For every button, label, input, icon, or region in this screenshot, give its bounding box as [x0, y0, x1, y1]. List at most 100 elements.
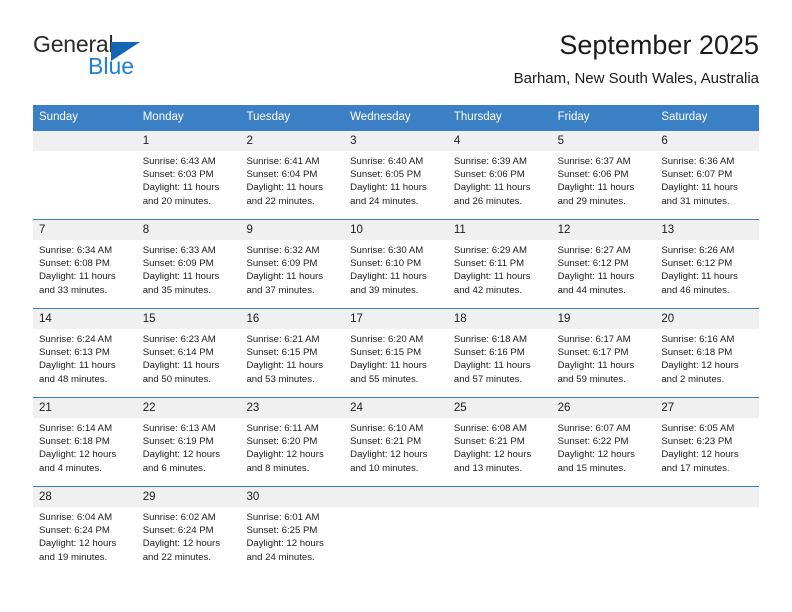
day-cell[interactable]: Sunrise: 6:04 AM Sunset: 6:24 PM Dayligh… [33, 507, 137, 575]
day-cell[interactable]: Sunrise: 6:05 AM Sunset: 6:23 PM Dayligh… [655, 418, 759, 486]
day-cell[interactable]: Sunrise: 6:07 AM Sunset: 6:22 PM Dayligh… [552, 418, 656, 486]
day-number[interactable]: 21 [33, 398, 137, 418]
day-number[interactable]: 25 [448, 398, 552, 418]
day-cell[interactable]: Sunrise: 6:16 AM Sunset: 6:18 PM Dayligh… [655, 329, 759, 397]
day-cell[interactable]: Sunrise: 6:27 AM Sunset: 6:12 PM Dayligh… [552, 240, 656, 308]
day-cell[interactable]: Sunrise: 6:34 AM Sunset: 6:08 PM Dayligh… [33, 240, 137, 308]
day-number[interactable]: 5 [552, 131, 656, 151]
daylight-text: Daylight: 11 hours and 48 minutes. [39, 360, 116, 385]
day-cell[interactable]: Sunrise: 6:36 AM Sunset: 6:07 PM Dayligh… [655, 151, 759, 219]
day-number[interactable] [552, 487, 656, 507]
week-day-details: Sunrise: 6:24 AM Sunset: 6:13 PM Dayligh… [33, 329, 759, 397]
day-cell[interactable]: Sunrise: 6:11 AM Sunset: 6:20 PM Dayligh… [240, 418, 344, 486]
day-cell[interactable]: Sunrise: 6:17 AM Sunset: 6:17 PM Dayligh… [552, 329, 656, 397]
weekday-header-monday: Monday [142, 111, 184, 123]
sunset-text: Sunset: 6:15 PM [350, 347, 422, 359]
day-cell[interactable]: Sunrise: 6:20 AM Sunset: 6:15 PM Dayligh… [344, 329, 448, 397]
week-day-details: Sunrise: 6:43 AM Sunset: 6:03 PM Dayligh… [33, 151, 759, 219]
sunrise-text: Sunrise: 6:08 AM [453, 423, 527, 434]
day-number[interactable]: 4 [448, 131, 552, 151]
day-cell[interactable]: Sunrise: 6:23 AM Sunset: 6:14 PM Dayligh… [137, 329, 241, 397]
week-day-numbers: 28 29 30 [33, 487, 759, 507]
day-number[interactable]: 22 [137, 398, 241, 418]
daylight-text: Daylight: 11 hours and 33 minutes. [39, 271, 116, 296]
daylight-text: Daylight: 11 hours and 50 minutes. [142, 360, 220, 385]
day-cell[interactable]: Sunrise: 6:21 AM Sunset: 6:15 PM Dayligh… [240, 329, 344, 397]
sunset-text: Sunset: 6:12 PM [557, 258, 629, 270]
day-number[interactable]: 23 [240, 398, 344, 418]
daylight-text: Daylight: 11 hours and 29 minutes. [557, 182, 635, 207]
day-cell[interactable]: Sunrise: 6:29 AM Sunset: 6:11 PM Dayligh… [448, 240, 552, 308]
day-cell[interactable]: Sunrise: 6:40 AM Sunset: 6:05 PM Dayligh… [344, 151, 448, 219]
day-cell[interactable]: Sunrise: 6:14 AM Sunset: 6:18 PM Dayligh… [33, 418, 137, 486]
day-number[interactable] [448, 487, 552, 507]
day-cell[interactable]: Sunrise: 6:08 AM Sunset: 6:21 PM Dayligh… [448, 418, 552, 486]
day-cell[interactable]: Sunrise: 6:37 AM Sunset: 6:06 PM Dayligh… [552, 151, 656, 219]
sunrise-text: Sunrise: 6:43 AM [142, 156, 216, 167]
sunrise-text: Sunrise: 6:34 AM [39, 245, 113, 256]
daylight-text: Daylight: 12 hours and 19 minutes. [39, 538, 117, 563]
day-number[interactable]: 28 [33, 487, 137, 507]
sunrise-text: Sunrise: 6:39 AM [453, 156, 527, 167]
day-number[interactable]: 17 [344, 309, 448, 329]
sunset-text: Sunset: 6:06 PM [453, 169, 525, 181]
day-number[interactable]: 27 [655, 398, 759, 418]
day-number[interactable]: 26 [552, 398, 656, 418]
sunset-text: Sunset: 6:18 PM [39, 436, 110, 448]
day-number[interactable]: 3 [344, 131, 448, 151]
day-number[interactable]: 14 [33, 309, 137, 329]
day-cell[interactable]: Sunrise: 6:26 AM Sunset: 6:12 PM Dayligh… [655, 240, 759, 308]
week-row: 28 29 30 Sunrise: 6:04 AM Sunset: 6:24 P… [33, 486, 759, 575]
daylight-text: Daylight: 11 hours and 44 minutes. [557, 271, 635, 296]
daylight-text: Daylight: 12 hours and 2 minutes. [661, 360, 739, 385]
day-cell[interactable]: Sunrise: 6:24 AM Sunset: 6:13 PM Dayligh… [33, 329, 137, 397]
day-number[interactable]: 12 [552, 220, 656, 240]
day-number[interactable] [655, 487, 759, 507]
day-number[interactable] [33, 131, 137, 151]
day-cell[interactable]: Sunrise: 6:02 AM Sunset: 6:24 PM Dayligh… [137, 507, 241, 575]
day-cell[interactable]: Sunrise: 6:33 AM Sunset: 6:09 PM Dayligh… [137, 240, 241, 308]
day-number[interactable]: 6 [655, 131, 759, 151]
day-cell[interactable]: Sunrise: 6:39 AM Sunset: 6:06 PM Dayligh… [448, 151, 552, 219]
day-cell[interactable] [33, 151, 137, 219]
day-cell[interactable]: Sunrise: 6:30 AM Sunset: 6:10 PM Dayligh… [344, 240, 448, 308]
daylight-text: Daylight: 11 hours and 46 minutes. [661, 271, 738, 296]
day-number[interactable] [344, 487, 448, 507]
day-cell[interactable]: Sunrise: 6:32 AM Sunset: 6:09 PM Dayligh… [240, 240, 344, 308]
day-number[interactable]: 18 [448, 309, 552, 329]
day-number[interactable]: 10 [344, 220, 448, 240]
sunset-text: Sunset: 6:18 PM [661, 347, 733, 359]
day-cell[interactable] [448, 507, 552, 575]
day-cell[interactable]: Sunrise: 6:43 AM Sunset: 6:03 PM Dayligh… [137, 151, 241, 219]
day-cell[interactable] [655, 507, 759, 575]
day-number[interactable]: 30 [240, 487, 344, 507]
week-day-numbers: 7 8 9 10 11 12 13 [33, 220, 759, 240]
day-number[interactable]: 11 [448, 220, 552, 240]
day-cell[interactable] [344, 507, 448, 575]
sunset-text: Sunset: 6:25 PM [246, 525, 318, 537]
day-number[interactable]: 16 [240, 309, 344, 329]
day-number[interactable]: 9 [240, 220, 344, 240]
day-cell[interactable]: Sunrise: 6:10 AM Sunset: 6:21 PM Dayligh… [344, 418, 448, 486]
daylight-text: Daylight: 12 hours and 8 minutes. [246, 449, 324, 474]
day-number[interactable]: 7 [33, 220, 137, 240]
general-blue-logo[interactable]: General Blue [33, 31, 233, 87]
day-number[interactable]: 19 [552, 309, 656, 329]
day-number[interactable]: 15 [137, 309, 241, 329]
week-row: 14 15 16 17 18 19 20 Sunrise: 6:24 AM Su… [33, 308, 759, 397]
day-cell[interactable]: Sunrise: 6:13 AM Sunset: 6:19 PM Dayligh… [137, 418, 241, 486]
day-number[interactable]: 1 [137, 131, 241, 151]
day-number[interactable]: 20 [655, 309, 759, 329]
day-cell[interactable]: Sunrise: 6:01 AM Sunset: 6:25 PM Dayligh… [240, 507, 344, 575]
day-number[interactable]: 2 [240, 131, 344, 151]
day-number[interactable]: 8 [137, 220, 241, 240]
day-number[interactable]: 24 [344, 398, 448, 418]
day-cell[interactable]: Sunrise: 6:18 AM Sunset: 6:16 PM Dayligh… [448, 329, 552, 397]
day-cell[interactable]: Sunrise: 6:41 AM Sunset: 6:04 PM Dayligh… [240, 151, 344, 219]
daylight-text: Daylight: 11 hours and 20 minutes. [142, 182, 220, 207]
day-cell[interactable] [552, 507, 656, 575]
daylight-text: Daylight: 12 hours and 4 minutes. [39, 449, 117, 474]
day-number[interactable]: 29 [137, 487, 241, 507]
sunset-text: Sunset: 6:07 PM [661, 169, 733, 181]
day-number[interactable]: 13 [655, 220, 759, 240]
